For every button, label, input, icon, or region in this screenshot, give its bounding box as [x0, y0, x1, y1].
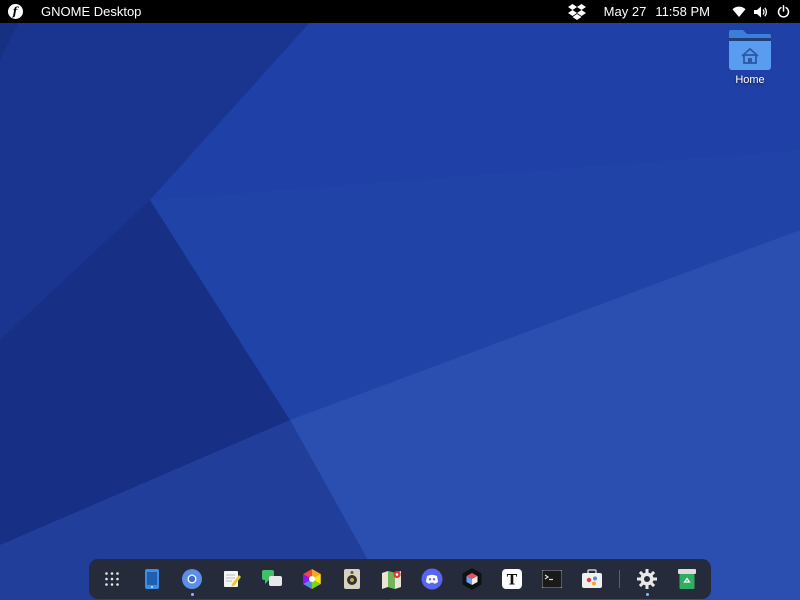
home-folder-icon: [729, 30, 771, 70]
software-store-icon: [582, 569, 602, 588]
dock-item-terminal[interactable]: [532, 559, 572, 599]
power-icon[interactable]: [772, 0, 794, 23]
clock-time: 11:58 PM: [655, 4, 710, 19]
dock-separator: [619, 570, 620, 588]
dock-item-text-editor[interactable]: [212, 559, 252, 599]
color-wheel-icon: [303, 569, 321, 589]
chromium-browser-icon: [182, 569, 202, 589]
dock-item-color-wheel[interactable]: [292, 559, 332, 599]
dock-item-discord[interactable]: [412, 559, 452, 599]
phone-connect-icon: [145, 569, 159, 589]
activities-button[interactable]: f: [0, 0, 30, 23]
speaker-audio-icon: [344, 569, 360, 589]
dock-item-chat[interactable]: [252, 559, 292, 599]
volume-icon[interactable]: [750, 0, 772, 23]
terminal-icon: [542, 570, 562, 588]
running-indicator: [190, 593, 194, 596]
dock-item-chromium[interactable]: [172, 559, 212, 599]
discord-icon: [421, 568, 443, 590]
dock-item-software-store[interactable]: [572, 559, 612, 599]
desktop-icon-label: Home: [735, 74, 765, 86]
maps-icon: [382, 571, 401, 589]
wifi-icon[interactable]: [728, 0, 750, 23]
dock-item-maps[interactable]: [372, 559, 412, 599]
desktop-wallpaper: [0, 0, 800, 600]
chat-messages-icon: [262, 570, 282, 586]
app-grid-icon: [105, 572, 119, 586]
dock-item-speaker[interactable]: [332, 559, 372, 599]
fedora-logo-icon: f: [7, 4, 23, 19]
app-grid-button[interactable]: [92, 559, 132, 599]
app-menu[interactable]: GNOME Desktop: [41, 4, 141, 19]
system-tray: May 27 11:58 PM: [566, 0, 800, 23]
dock-item-trash[interactable]: [667, 559, 707, 599]
settings-gear-icon: [637, 569, 657, 589]
cube-app-icon: [462, 568, 482, 590]
typora-icon: T: [502, 569, 522, 589]
dock-item-phone-connect[interactable]: [132, 559, 172, 599]
desktop-home-icon[interactable]: Home: [722, 28, 778, 86]
dock: T: [89, 559, 711, 599]
dock-item-typora[interactable]: T: [492, 559, 532, 599]
top-bar: f GNOME Desktop May 27 11:58 PM: [0, 0, 800, 23]
text-editor-icon: [224, 571, 241, 587]
dropbox-icon[interactable]: [566, 0, 588, 23]
dock-item-cube-app[interactable]: [452, 559, 492, 599]
dock-item-settings[interactable]: [627, 559, 667, 599]
typora-glyph: T: [507, 573, 518, 589]
trash-icon: [678, 569, 696, 589]
running-indicator: [645, 593, 649, 596]
clock-button[interactable]: May 27 11:58 PM: [604, 4, 710, 19]
clock-date: May 27: [603, 4, 647, 19]
